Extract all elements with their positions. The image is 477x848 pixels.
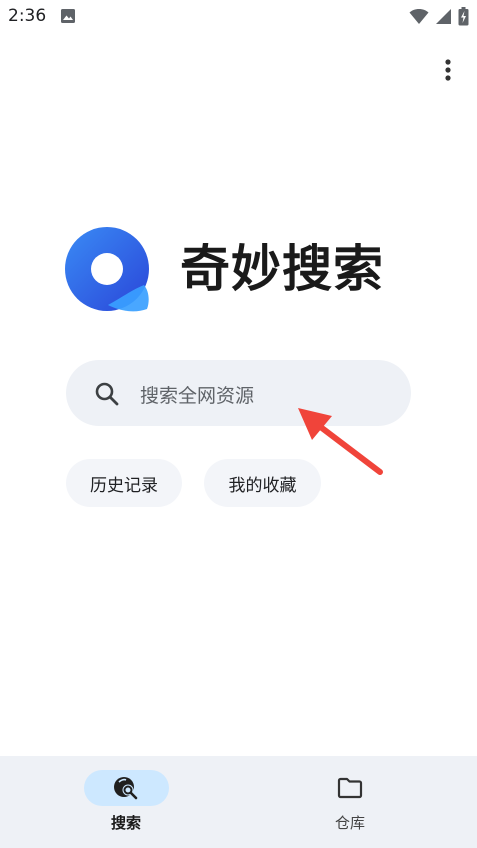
favorites-chip[interactable]: 我的收藏: [204, 459, 321, 507]
nav-item-repository[interactable]: 仓库: [275, 756, 425, 848]
status-bar: 2:36: [0, 0, 477, 34]
folder-icon: [336, 774, 364, 806]
battery-charging-icon: [458, 7, 469, 30]
search-placeholder: 搜索全网资源: [140, 385, 255, 407]
wifi-icon: [409, 8, 429, 30]
qimiao-logo-icon: [64, 227, 152, 313]
status-icons: [409, 7, 469, 30]
status-time: 2:36: [8, 6, 47, 26]
more-vert-icon: [444, 58, 452, 86]
search-icon: [94, 381, 120, 411]
history-chip[interactable]: 历史记录: [66, 459, 182, 507]
app-title: 奇妙搜索: [180, 240, 384, 298]
nav-label-search: 搜索: [110, 814, 141, 832]
signal-icon: [435, 8, 452, 29]
bottom-nav: 搜索 仓库: [0, 756, 477, 848]
nav-item-search[interactable]: 搜索: [51, 756, 201, 848]
nav-label-repository: 仓库: [334, 814, 365, 832]
more-options-button[interactable]: [434, 58, 462, 86]
photo-icon: [60, 8, 76, 28]
search-nav-icon: [112, 774, 140, 806]
